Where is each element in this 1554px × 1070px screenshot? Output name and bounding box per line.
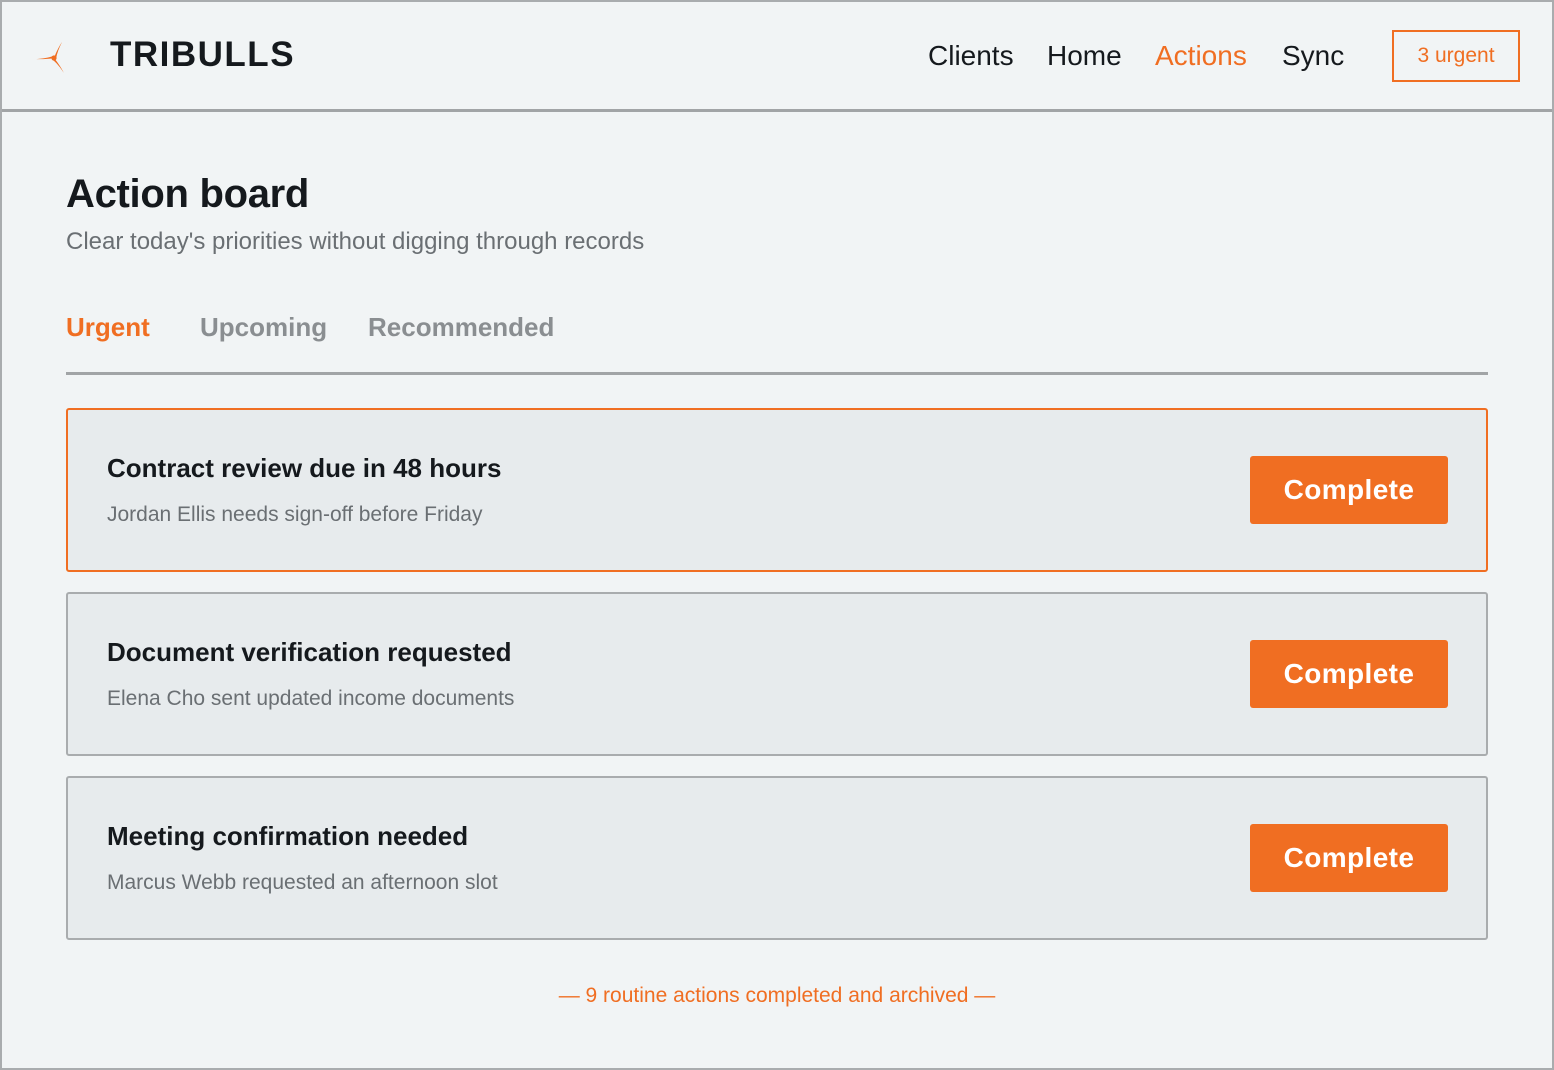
action-title: Document verification requested [107, 637, 512, 667]
tab-urgent[interactable]: Urgent [66, 310, 150, 344]
action-card: Document verification requested Elena Ch… [66, 592, 1488, 756]
action-description: Elena Cho sent updated income documents [107, 687, 515, 710]
action-card: Contract review due in 48 hours Jordan E… [66, 408, 1488, 572]
action-card: Meeting confirmation needed Marcus Webb … [66, 776, 1488, 940]
action-title: Meeting confirmation needed [107, 821, 469, 851]
nav-item-actions[interactable]: Actions [1155, 38, 1247, 74]
complete-button[interactable]: Complete [1250, 640, 1448, 708]
archived-actions-note: — 9 routine actions completed and archiv… [558, 984, 996, 1007]
tri-blade-logo-icon[interactable] [36, 40, 72, 76]
brand-name[interactable]: TRIBULLS [110, 35, 295, 75]
page-title: Action board [66, 172, 310, 216]
urgent-count-badge[interactable]: 3 urgent [1392, 30, 1520, 82]
nav-item-home[interactable]: Home [1047, 38, 1122, 74]
nav-item-clients[interactable]: Clients [928, 38, 1014, 74]
action-description: Jordan Ellis needs sign-off before Frida… [107, 503, 483, 526]
complete-button[interactable]: Complete [1250, 824, 1448, 892]
app-window: TRIBULLS Clients Home Actions Sync 3 urg… [0, 0, 1554, 1070]
nav-item-sync[interactable]: Sync [1282, 38, 1344, 74]
action-title: Contract review due in 48 hours [107, 453, 502, 483]
complete-button[interactable]: Complete [1250, 456, 1448, 524]
tab-divider [66, 372, 1488, 375]
tab-recommended[interactable]: Recommended [368, 310, 554, 344]
action-description: Marcus Webb requested an afternoon slot [107, 871, 498, 894]
page-subtitle: Clear today's priorities without digging… [66, 228, 645, 255]
tab-upcoming[interactable]: Upcoming [200, 310, 327, 344]
top-header: TRIBULLS Clients Home Actions Sync 3 urg… [2, 2, 1552, 112]
